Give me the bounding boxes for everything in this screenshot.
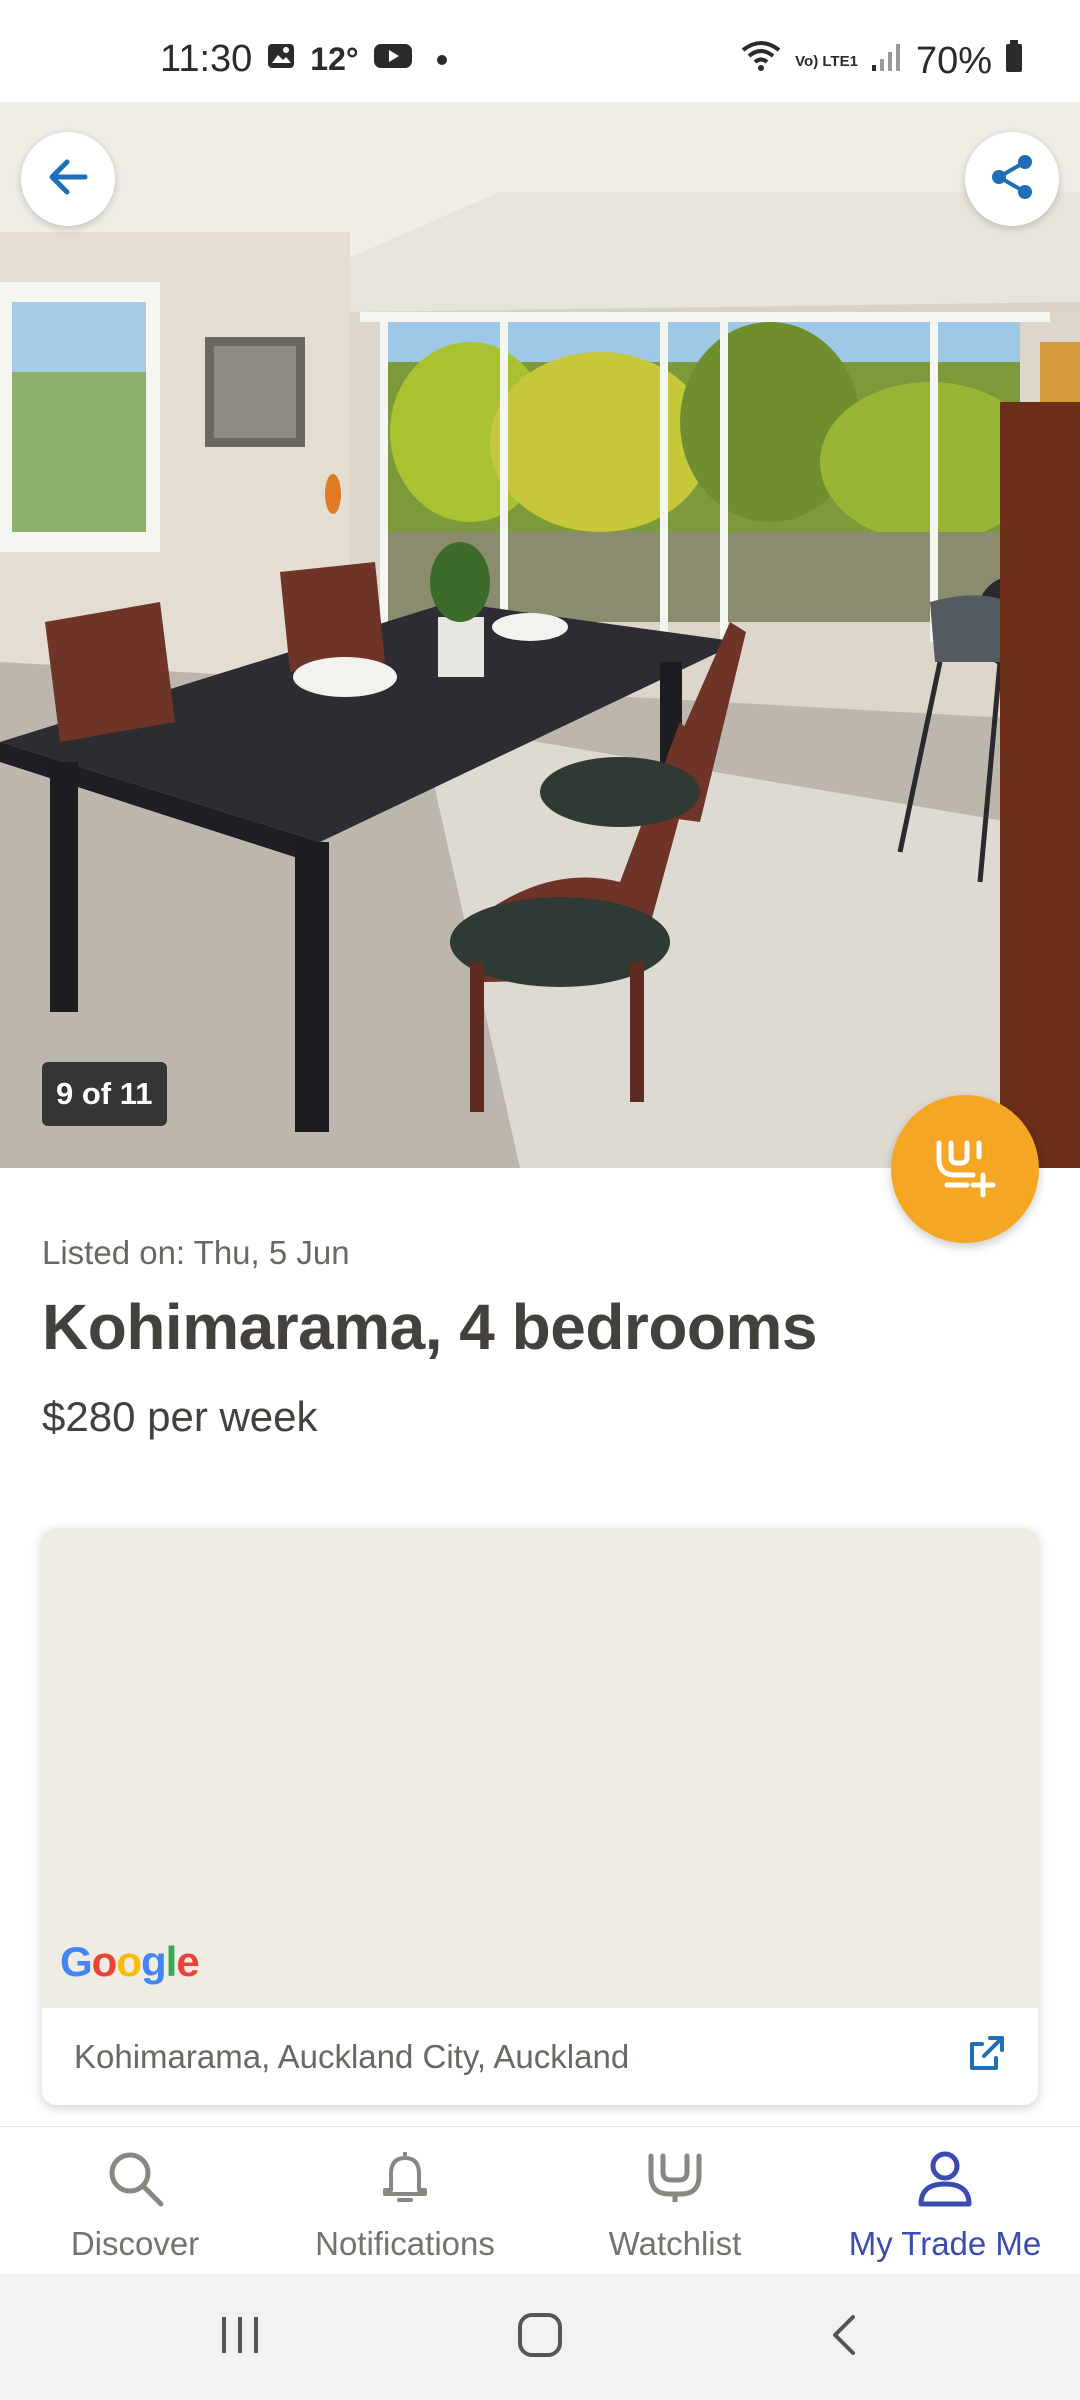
map-address-row[interactable]: Kohimarama, Auckland City, Auckland	[42, 2008, 1038, 2105]
listing-price: $280 per week	[42, 1393, 318, 1440]
back-button[interactable]	[21, 132, 115, 226]
battery-percent: 70%	[915, 39, 992, 82]
recent-apps-icon	[218, 2315, 262, 2360]
network-type: Vo) LTE1	[795, 52, 858, 70]
system-navigation-bar	[0, 2274, 1080, 2400]
google-logo: Google	[60, 1938, 200, 1985]
home-icon	[516, 2311, 564, 2364]
nav-label-notifications: Notifications	[315, 2225, 495, 2262]
nav-label-discover: Discover	[70, 2225, 200, 2262]
status-temperature: 12°	[310, 41, 359, 77]
status-bar: 11:30 12° Vo) LTE1 70%	[0, 0, 1080, 102]
bottom-navigation: Discover Notifications Watchlist My Trad…	[0, 2126, 1080, 2274]
nav-label-my-trade-me: My Trade Me	[848, 2225, 1042, 2262]
listed-on-date: Listed on: Thu, 5 Jun	[42, 1234, 350, 1271]
system-back-button[interactable]	[805, 2304, 885, 2370]
search-icon	[100, 2143, 170, 2213]
map-view[interactable]: Google	[42, 1528, 1038, 2008]
battery-icon	[1004, 39, 1024, 83]
bell-icon	[370, 2143, 440, 2213]
recent-apps-button[interactable]	[200, 2304, 280, 2370]
wifi-icon	[739, 38, 783, 84]
listing-photo[interactable]	[0, 102, 1080, 1168]
home-button[interactable]	[500, 2304, 580, 2370]
status-left: 11:30 12°	[160, 38, 447, 81]
arrow-left-icon	[41, 150, 95, 209]
status-time: 11:30	[160, 38, 253, 80]
map-address: Kohimarama, Auckland City, Auckland	[74, 2037, 630, 2075]
status-right: Vo) LTE1 70%	[739, 38, 1024, 84]
user-icon	[910, 2143, 980, 2213]
external-link-icon[interactable]	[966, 2034, 1006, 2079]
nav-my-trade-me[interactable]: My Trade Me	[810, 2127, 1080, 2275]
share-icon	[985, 150, 1039, 209]
photo-counter: 9 of 11	[42, 1062, 167, 1126]
chevron-left-icon	[825, 2311, 865, 2364]
watchlist-icon	[640, 2143, 710, 2213]
nav-notifications[interactable]: Notifications	[270, 2127, 540, 2275]
listing-title: Kohimarama, 4 bedrooms	[42, 1291, 818, 1363]
signal-icon	[870, 40, 904, 83]
gallery-icon	[266, 38, 296, 81]
notification-dot	[436, 54, 447, 65]
watchlist-add-icon	[929, 1131, 1001, 1208]
nav-label-watchlist: Watchlist	[608, 2225, 742, 2262]
nav-discover[interactable]: Discover	[0, 2127, 270, 2275]
add-to-watchlist-button[interactable]	[891, 1095, 1039, 1243]
share-button[interactable]	[965, 132, 1059, 226]
nav-watchlist[interactable]: Watchlist	[540, 2127, 810, 2275]
youtube-icon	[373, 38, 413, 81]
dining-room-photo	[0, 102, 1080, 1168]
map-card[interactable]: Google Kohimarama, Auckland City, Auckla…	[42, 1528, 1038, 2105]
